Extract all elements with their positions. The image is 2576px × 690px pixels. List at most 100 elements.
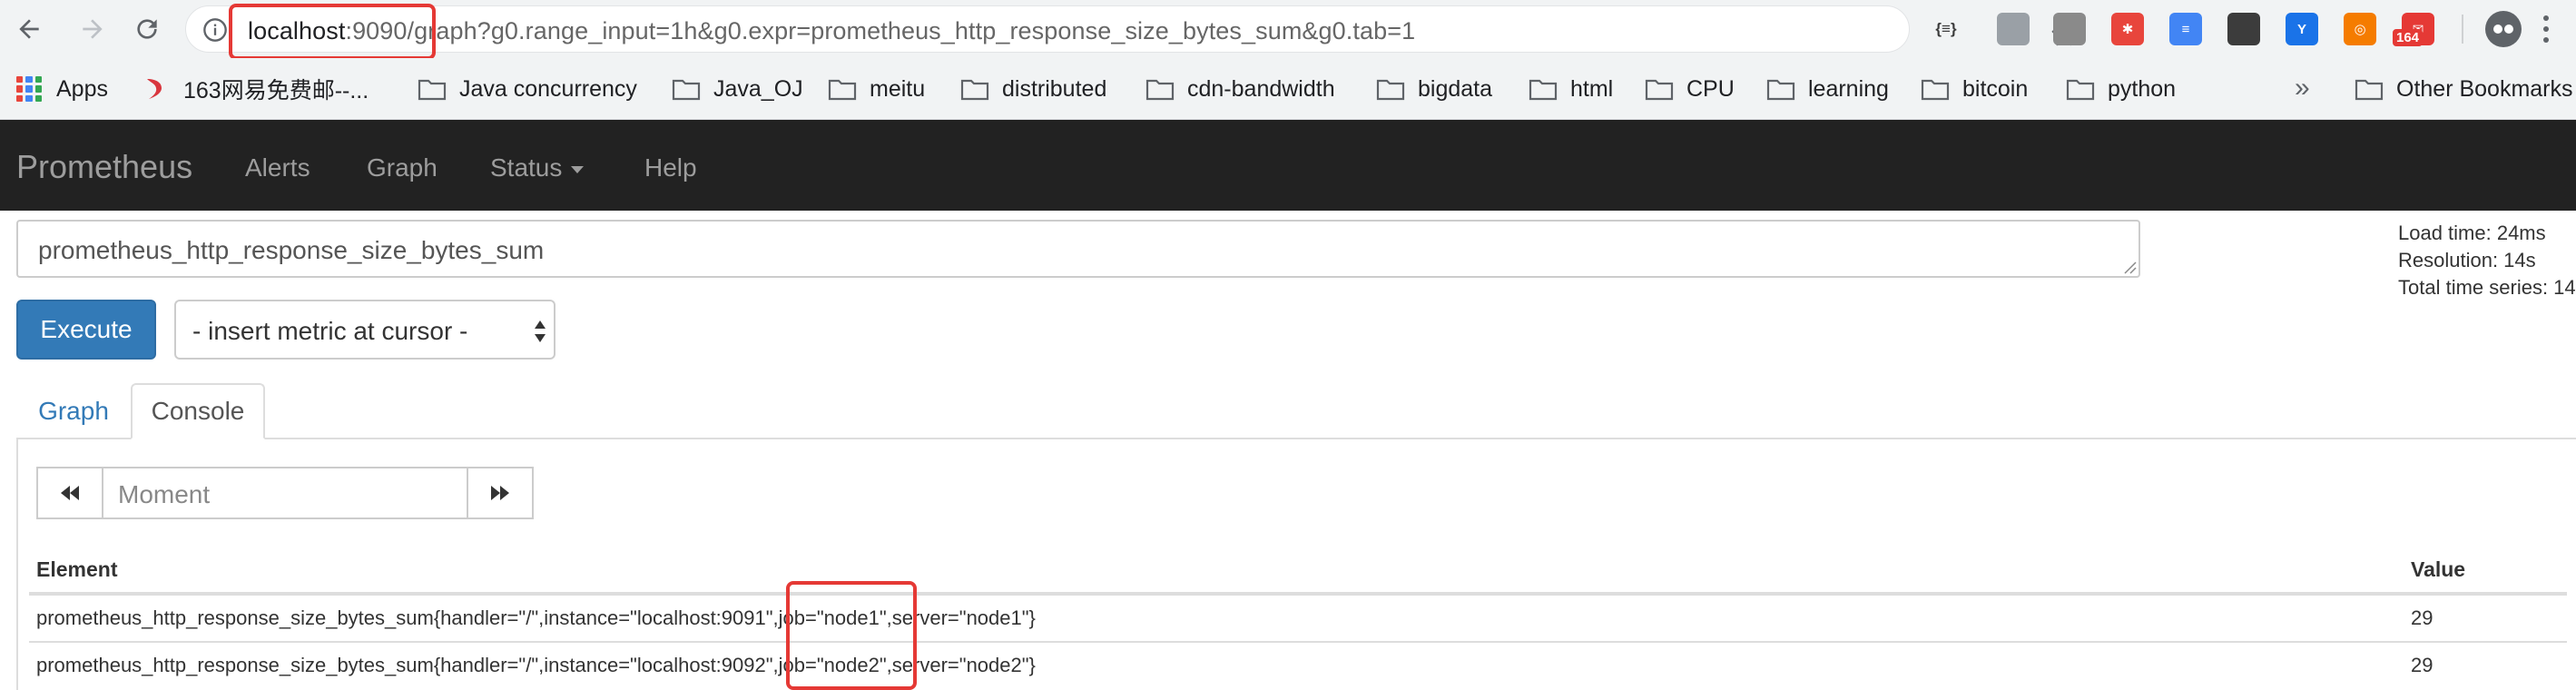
moment-input[interactable]: Moment <box>103 467 467 519</box>
y-logo-icon[interactable]: Y <box>2286 13 2318 45</box>
nav-help[interactable]: Help <box>644 153 697 182</box>
bookmark-label: CPU <box>1686 75 1735 102</box>
database-stack-icon[interactable]: ≡ <box>2169 13 2202 45</box>
json-formatter-icon[interactable]: {≡} <box>1930 13 1962 45</box>
bookmark-label: distributed <box>1002 75 1107 102</box>
column-header-value: Value <box>2411 557 2466 581</box>
folder-icon <box>1145 79 1175 101</box>
folder-icon <box>1376 79 1405 101</box>
bookmark-label: meitu <box>870 75 926 102</box>
bookmark-label: Java concurrency <box>459 75 637 102</box>
tab-console[interactable]: Console <box>131 383 265 439</box>
camera-icon[interactable] <box>2227 13 2260 45</box>
browser-menu-icon[interactable] <box>2542 13 2551 45</box>
moment-placeholder: Moment <box>118 480 211 508</box>
column-header-element: Element <box>36 557 118 581</box>
element-prefix: prometheus_http_response_size_bytes_sum{… <box>36 606 773 629</box>
forward-button[interactable] <box>74 11 111 47</box>
nav-status-label: Status <box>490 153 563 182</box>
bookmark-label: python <box>2108 75 2177 102</box>
bookmark-item[interactable]: meitu <box>828 73 925 105</box>
incognito-face-icon <box>2493 25 2513 34</box>
folder-icon <box>1921 79 1950 101</box>
netease-mail-icon <box>147 79 162 99</box>
nav-graph[interactable]: Graph <box>367 153 438 182</box>
bookmark-label: learning <box>1808 75 1889 102</box>
execute-button[interactable]: Execute <box>16 300 156 360</box>
toolbar-separator <box>2462 15 2463 44</box>
lifebuoy-icon[interactable]: ◎ <box>2344 13 2376 45</box>
element-prefix: prometheus_http_response_size_bytes_sum{… <box>36 654 773 676</box>
load-time: Load time: 24ms <box>2398 222 2546 244</box>
bookmarks-overflow-chevron[interactable]: » <box>2295 73 2310 104</box>
bookmark-label: bigdata <box>1418 75 1493 102</box>
bookmark-item[interactable]: CPU <box>1645 73 1735 105</box>
bookmark-item[interactable]: python <box>2066 73 2176 105</box>
tab-graph[interactable]: Graph <box>18 383 129 439</box>
bookmark-label: 163网易免费邮--... <box>183 78 369 104</box>
folder-icon <box>828 79 857 101</box>
bookmark-item[interactable]: distributed <box>960 73 1106 105</box>
folder-icon <box>2355 79 2384 101</box>
bookmarks-bar: Apps 163网易免费邮--... Java concurrency Java_OJ… <box>0 58 2576 120</box>
bookmark-item[interactable]: Java_OJ <box>672 73 803 105</box>
resize-handle-icon[interactable] <box>2120 258 2137 274</box>
bookmark-label: cdn-bandwidth <box>1187 75 1335 102</box>
arrow-left-icon <box>19 19 39 39</box>
browser-toolbar: localhost:9090/graph?g0.range_input=1h&g… <box>0 0 2576 60</box>
moment-forward-button[interactable] <box>467 467 534 519</box>
row-divider <box>29 641 2567 643</box>
forward-icon <box>491 486 509 500</box>
image-frame-icon[interactable] <box>1997 13 2030 45</box>
folder-icon <box>960 79 989 101</box>
backward-icon <box>61 486 79 500</box>
folder-icon <box>1529 79 1558 101</box>
bookmark-item[interactable]: html <box>1529 73 1613 105</box>
address-bar[interactable]: localhost:9090/graph?g0.range_input=1h&g… <box>185 5 2077 53</box>
back-button[interactable] <box>11 11 47 47</box>
select-updown-icon <box>535 320 546 342</box>
prometheus-navbar: Prometheus Alerts Graph Status Help <box>0 120 2576 211</box>
globe-icon[interactable] <box>2053 13 2086 45</box>
expression-input[interactable]: prometheus_http_response_size_bytes_sum <box>16 220 2140 278</box>
arrow-right-icon <box>83 19 103 39</box>
folder-icon <box>1766 79 1795 101</box>
apps-grid-icon <box>16 76 42 102</box>
info-icon[interactable] <box>202 17 228 43</box>
bookmark-item[interactable]: 163网易免费邮--... <box>142 73 369 105</box>
other-bookmarks-label: Other Bookmarks <box>2396 75 2573 102</box>
expression-text: prometheus_http_response_size_bytes_sum <box>38 236 545 264</box>
nav-status-dropdown[interactable]: Status <box>490 153 585 182</box>
folder-icon <box>672 79 701 101</box>
job-label-highlight-annotation <box>786 581 917 690</box>
folder-icon <box>1645 79 1674 101</box>
resolution: Resolution: 14s <box>2398 249 2536 271</box>
bookmark-label: html <box>1570 75 1614 102</box>
insert-metric-select[interactable]: - insert metric at cursor - <box>174 300 556 360</box>
moment-back-button[interactable] <box>36 467 103 519</box>
other-bookmarks[interactable]: Other Bookmarks <box>2355 73 2573 105</box>
pinwheel-icon[interactable]: ✱ <box>2111 13 2144 45</box>
reload-button[interactable] <box>129 11 165 47</box>
bookmark-item[interactable]: Apps <box>16 73 108 105</box>
bookmark-label: Apps <box>56 75 108 102</box>
bookmark-item[interactable]: bigdata <box>1376 73 1492 105</box>
bookmark-item[interactable]: cdn-bandwidth <box>1145 73 1335 105</box>
profile-avatar[interactable] <box>2485 11 2522 47</box>
caret-down-icon <box>571 165 585 173</box>
row-value: 29 <box>2411 654 2433 676</box>
bookmark-label: Java_OJ <box>713 75 803 102</box>
insert-metric-label: - insert metric at cursor - <box>192 317 468 345</box>
brand-link[interactable]: Prometheus <box>16 148 192 186</box>
nav-alerts[interactable]: Alerts <box>245 153 310 182</box>
bookmark-item[interactable]: learning <box>1766 73 1889 105</box>
url-highlight-annotation <box>229 4 436 60</box>
folder-icon <box>2066 79 2095 101</box>
reload-icon <box>137 19 157 39</box>
folder-icon <box>418 79 447 101</box>
bookmark-label: bitcoin <box>1962 75 2029 102</box>
row-value: 29 <box>2411 606 2433 629</box>
bookmark-item[interactable]: Java concurrency <box>418 73 637 105</box>
query-stats: Load time: 24ms Resolution: 14s Total ti… <box>2398 220 2576 301</box>
bookmark-item[interactable]: bitcoin <box>1921 73 2028 105</box>
